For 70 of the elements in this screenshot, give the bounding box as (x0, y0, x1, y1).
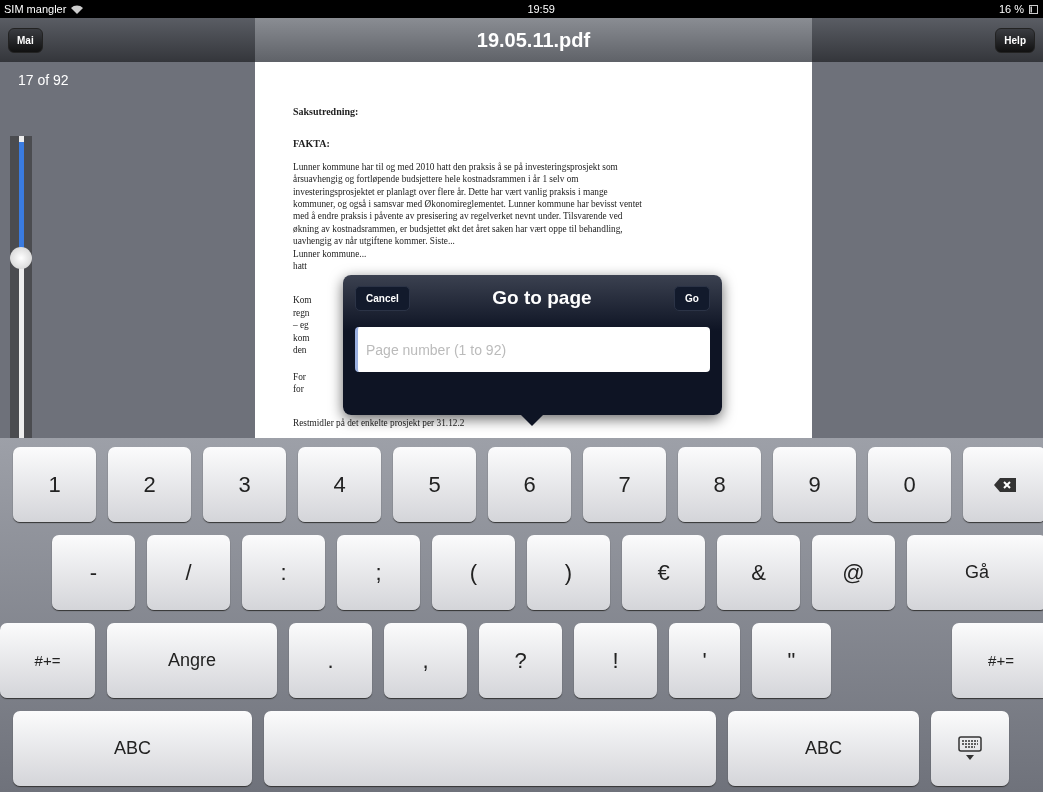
keyboard-key[interactable]: . (289, 623, 372, 698)
document-text-line: den (293, 344, 307, 357)
document-heading: Saksutredning: (293, 106, 359, 119)
document-text-line: Restmidler på det enkelte prosjekt per 31.12.2 (293, 417, 465, 430)
document-text-line: uavhengig av når utgiftene kommer. Siste... (293, 235, 455, 248)
keyboard-key[interactable]: 1 (13, 447, 96, 522)
keyboard-key[interactable]: ? (479, 623, 562, 698)
page-slider[interactable] (10, 136, 32, 438)
keyboard-key[interactable]: 5 (393, 447, 476, 522)
document-title: 19.05.11.pdf (476, 28, 591, 52)
keyboard-key[interactable]: / (147, 535, 230, 610)
document-text-line: investeringsprosjektet er planlagt over flere år. Dette har vært vanlig praksis i mange (293, 185, 608, 199)
page-number-field[interactable]: Page number (1 to 92) (355, 327, 710, 372)
keyboard-key[interactable]: 2 (108, 447, 191, 522)
document-text-line: for (293, 382, 304, 396)
keyboard-key[interactable]: ' (669, 623, 740, 698)
keyboard-key[interactable]: 9 (773, 447, 856, 522)
keyboard-key[interactable]: ! (574, 623, 657, 698)
keyboard-key[interactable]: @ (812, 535, 895, 610)
document-text-line: kom (293, 331, 310, 345)
keyboard-key[interactable]: 8 (678, 447, 761, 522)
keyboard-key[interactable]: ( (432, 535, 515, 610)
carrier-label: SIM mangler (4, 3, 67, 15)
keyboard-key[interactable]: 0 (868, 447, 951, 522)
keyboard-key[interactable]: € (622, 535, 705, 610)
help-button[interactable]: Help (995, 27, 1035, 53)
keyboard-key[interactable]: 6 (488, 447, 571, 522)
keyboard-key[interactable]: 7 (583, 447, 666, 522)
keyboard-dismiss-key[interactable] (931, 711, 1009, 786)
symbols-key[interactable]: #+= (0, 623, 95, 698)
keyboard-key[interactable]: - (52, 535, 135, 610)
page-indicator: 17 of 92 (17, 72, 70, 88)
popover-arrow (520, 414, 544, 426)
document-text-line: For (293, 370, 306, 383)
keyboard-key[interactable]: " (752, 623, 831, 698)
undo-key[interactable]: Angre (107, 623, 277, 698)
keyboard-key[interactable]: & (717, 535, 800, 610)
keyboard-key[interactable]: : (242, 535, 325, 610)
document-text-line: Lunner kommune har til og med 2010 hatt den praksis å se på investeringsprosjekt som (293, 160, 618, 174)
backspace-key[interactable] (963, 447, 1043, 522)
document-text-line: årsuavhengig og fortløpende budsjettere hele kostnadsrammen i år 1 selv om (293, 173, 579, 186)
keyboard-key[interactable]: 4 (298, 447, 381, 522)
document-text-line: – eg (293, 319, 309, 332)
document-text-line: kommuner, og også i samsvar med Økonomireglementet. Lunner kommune har bevisst ventet (293, 198, 642, 211)
dialog-title: Go to page (492, 287, 592, 309)
document-text-line: Kom (293, 294, 312, 307)
keyboard-key[interactable]: ) (527, 535, 610, 610)
symbols-key[interactable]: #+= (952, 623, 1043, 698)
abc-key[interactable]: ABC (13, 711, 252, 786)
backspace-icon (993, 477, 1016, 492)
cancel-button[interactable]: Cancel (355, 285, 410, 311)
back-button[interactable]: Mai (8, 27, 43, 53)
document-text-line: med å endre praksis i påvente av presisering av regelverket nevnt under. Tilsvarende ved (293, 210, 623, 223)
keyboard-key[interactable]: 3 (203, 447, 286, 522)
go-button[interactable]: Go (674, 285, 710, 311)
battery-icon (1029, 4, 1039, 14)
clock-label: 19:59 (527, 3, 555, 15)
abc-key[interactable]: ABC (728, 711, 919, 786)
document-text-line: Lunner kommune... (293, 247, 367, 261)
document-subheading: FAKTA: (293, 138, 330, 151)
slider-thumb[interactable] (9, 246, 32, 269)
keyboard-key[interactable]: , (384, 623, 467, 698)
wifi-icon (71, 4, 84, 14)
document-text-line: hatt (293, 260, 307, 273)
keyboard-key[interactable]: ; (337, 535, 420, 610)
document-text-line: økning av kostnadsrammen, er budsjettet økt det året saken har vært oppe til behandling, (293, 222, 623, 236)
document-text-line: regn (293, 306, 310, 320)
keyboard-down-icon (958, 735, 982, 762)
battery-label: 16 % (998, 3, 1024, 15)
return-key[interactable]: Gå (907, 535, 1043, 610)
